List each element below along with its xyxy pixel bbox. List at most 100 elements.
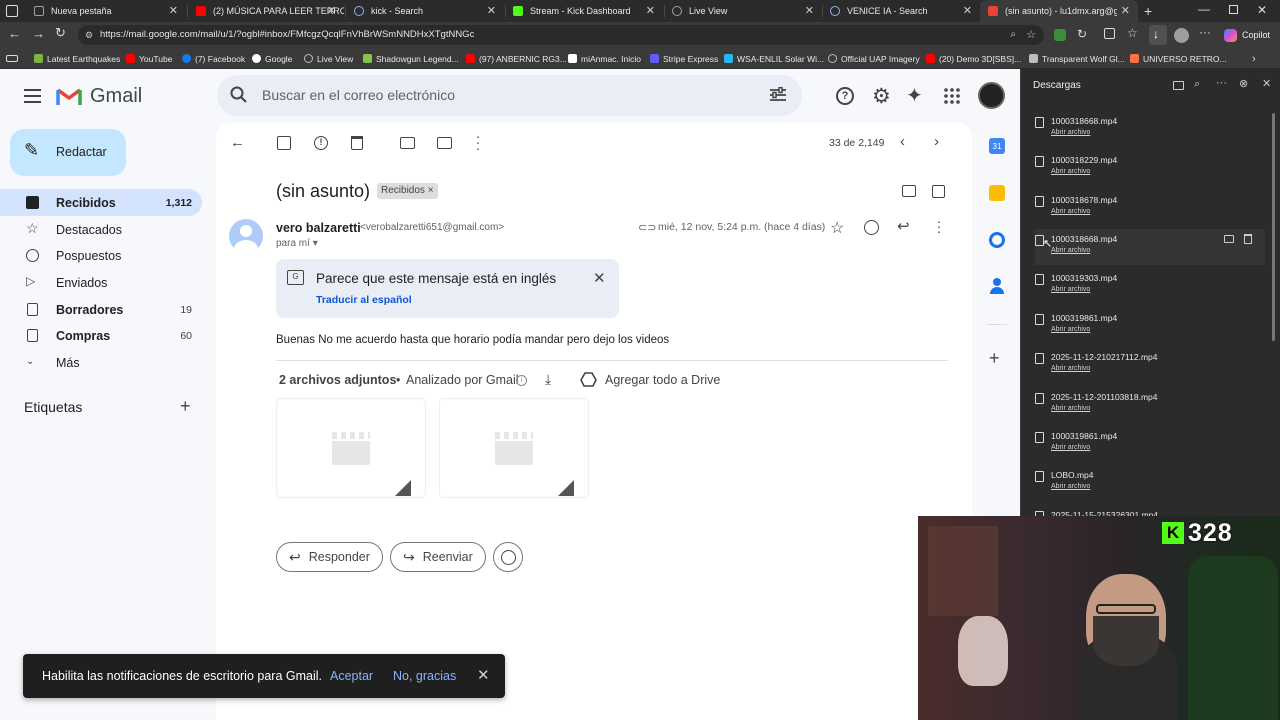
move-to-icon[interactable] bbox=[437, 137, 452, 149]
tab-5[interactable]: VENICE IA - Search ✕ bbox=[822, 0, 980, 22]
bookmark-11[interactable]: (20) Demo 3D[SBS]... bbox=[926, 48, 1021, 69]
remove-label-icon[interactable]: × bbox=[428, 185, 434, 196]
nav-drafts[interactable]: Borradores 19 bbox=[0, 296, 202, 323]
open-file-link[interactable]: Abrir archivo bbox=[1051, 129, 1090, 136]
close-tab-icon[interactable]: ✕ bbox=[805, 4, 814, 17]
bookmark-3[interactable]: Google bbox=[252, 48, 292, 69]
emoji-reaction-icon[interactable] bbox=[864, 220, 879, 235]
close-tab-icon[interactable]: ✕ bbox=[487, 4, 496, 17]
scrollbar-thumb[interactable] bbox=[1272, 113, 1275, 341]
account-avatar[interactable] bbox=[978, 82, 1005, 109]
reload-icon[interactable]: ↻ bbox=[55, 25, 66, 41]
decline-button[interactable]: No, gracias bbox=[393, 669, 456, 683]
bookmark-12[interactable]: Transparent Wolf Gl... bbox=[1029, 48, 1125, 69]
extension-icon[interactable] bbox=[1054, 29, 1066, 41]
main-menu-icon[interactable] bbox=[24, 89, 41, 103]
bookmark-8[interactable]: Stripe Express bbox=[650, 48, 718, 69]
bookmark-1[interactable]: YouTube bbox=[126, 48, 172, 69]
tasks-icon[interactable] bbox=[989, 232, 1005, 248]
delete-icon[interactable] bbox=[1244, 234, 1252, 244]
download-item[interactable]: 1000319861.mp4 Abrir archivo bbox=[1035, 426, 1265, 462]
close-tab-icon[interactable]: ✕ bbox=[963, 4, 972, 17]
favorites-icon[interactable]: ☆ bbox=[1127, 26, 1138, 40]
back-icon[interactable]: ← bbox=[8, 26, 21, 41]
info-icon[interactable]: i bbox=[516, 375, 527, 386]
back-to-inbox-icon[interactable]: ← bbox=[230, 134, 245, 151]
close-tab-icon[interactable]: ✕ bbox=[646, 4, 655, 17]
bookmark-9[interactable]: WSA-ENLIL Solar Wi... bbox=[724, 48, 824, 69]
restore-icon[interactable] bbox=[1229, 5, 1238, 14]
open-file-link[interactable]: Abrir archivo bbox=[1051, 286, 1090, 293]
attachment-video-2[interactable] bbox=[439, 398, 589, 498]
search-bar[interactable]: Buscar en el correo electrónico bbox=[217, 75, 802, 116]
open-file-link[interactable]: Abrir archivo bbox=[1051, 326, 1090, 333]
bookmark-6[interactable]: (97) ANBERNIC RG3... bbox=[466, 48, 567, 69]
translate-link[interactable]: Traducir al español bbox=[316, 294, 412, 306]
nav-snoozed[interactable]: Pospuestos bbox=[0, 242, 202, 269]
print-icon[interactable] bbox=[902, 185, 916, 197]
tab-actions-icon[interactable] bbox=[6, 5, 18, 17]
search-icon[interactable]: ⌕ bbox=[1194, 78, 1200, 91]
split-screen-icon[interactable] bbox=[1104, 28, 1115, 39]
bookmark-2[interactable]: (7) Facebook bbox=[182, 48, 245, 69]
minimize-icon[interactable]: — bbox=[1198, 2, 1210, 16]
site-info-icon[interactable]: ⚙ bbox=[85, 25, 93, 45]
archive-icon[interactable] bbox=[277, 136, 291, 150]
delete-icon[interactable] bbox=[351, 136, 363, 150]
more-options-icon[interactable]: ··· bbox=[475, 129, 481, 155]
bookmark-10[interactable]: Official UAP Imagery bbox=[828, 48, 920, 69]
close-icon[interactable]: ✕ bbox=[593, 269, 606, 287]
close-window-icon[interactable]: ✕ bbox=[1257, 3, 1267, 17]
download-item[interactable]: 2025-11-12-210217112.mp4 Abrir archivo bbox=[1035, 347, 1265, 383]
message-more-icon[interactable]: · · · bbox=[936, 214, 942, 238]
older-chevron-icon[interactable]: › bbox=[934, 133, 939, 150]
open-file-link[interactable]: Abrir archivo bbox=[1051, 247, 1090, 254]
nav-starred[interactable]: ☆ Destacados bbox=[0, 216, 202, 243]
download-item[interactable]: 1000319303.mp4 Abrir archivo bbox=[1035, 268, 1265, 304]
compose-button[interactable]: ✎ Redactar bbox=[10, 129, 126, 176]
search-icon[interactable] bbox=[230, 86, 248, 104]
search-input[interactable]: Buscar en el correo electrónico bbox=[262, 87, 455, 103]
tab-2[interactable]: kick - Search ✕ bbox=[346, 0, 504, 22]
mark-unread-icon[interactable] bbox=[400, 137, 415, 149]
forward-icon[interactable]: → bbox=[32, 26, 45, 41]
download-item-hovered[interactable]: 1000318668.mp4 Abrir archivo ↖ bbox=[1035, 229, 1265, 265]
download-item[interactable]: 1000319861.mp4 Abrir archivo bbox=[1035, 308, 1265, 344]
more-menu-icon[interactable]: ··· bbox=[1199, 25, 1211, 39]
attachment-video-1[interactable] bbox=[276, 398, 426, 498]
report-spam-icon[interactable]: ! bbox=[314, 136, 328, 150]
bookmark-4[interactable]: Live View bbox=[304, 48, 353, 69]
forward-button[interactable]: ↪ Reenviar bbox=[390, 542, 486, 572]
close-tab-icon[interactable]: ✕ bbox=[327, 4, 336, 17]
reply-icon[interactable]: ↩ bbox=[897, 217, 910, 235]
tab-6-active[interactable]: (sin asunto) - lu1dmx.arg@gmail.c ✕ bbox=[980, 0, 1138, 22]
tab-4[interactable]: Live View ✕ bbox=[664, 0, 822, 22]
tab-1[interactable]: (2) MÚSICA PARA LEER TERROR Y ✕ bbox=[188, 0, 344, 22]
favorite-star-icon[interactable]: ☆ bbox=[1026, 25, 1036, 45]
download-item[interactable]: 1000318678.mp4 Abrir archivo bbox=[1035, 190, 1265, 226]
extension-refresh-icon[interactable]: ↻ bbox=[1077, 27, 1087, 41]
star-icon[interactable]: ☆ bbox=[830, 218, 844, 238]
close-tab-icon[interactable]: ✕ bbox=[1121, 4, 1130, 17]
contacts-icon[interactable] bbox=[990, 278, 1004, 294]
help-icon[interactable]: ? bbox=[836, 87, 854, 105]
close-tab-icon[interactable]: ✕ bbox=[169, 4, 178, 17]
new-tab-plus-icon[interactable]: + bbox=[1144, 3, 1152, 19]
drive-add-icon[interactable] bbox=[580, 372, 597, 387]
bookmark-13[interactable]: UNIVERSO RETRO... bbox=[1130, 48, 1227, 69]
accept-button[interactable]: Aceptar bbox=[330, 669, 373, 683]
reply-button[interactable]: ↩ Responder bbox=[276, 542, 383, 572]
downloads-button[interactable]: ↓ bbox=[1149, 25, 1167, 45]
open-file-link[interactable]: Abrir archivo bbox=[1051, 168, 1090, 175]
gemini-sparkle-icon[interactable]: ✦ bbox=[906, 83, 923, 108]
bookmark-5[interactable]: Shadowgun Legend... bbox=[363, 48, 459, 69]
bookmark-0[interactable]: Latest Earthquakes bbox=[34, 48, 120, 69]
open-file-link[interactable]: Abrir archivo bbox=[1051, 483, 1090, 490]
tab-3[interactable]: Stream - Kick Dashboard ✕ bbox=[505, 0, 663, 22]
open-file-link[interactable]: Abrir archivo bbox=[1051, 365, 1090, 372]
nav-inbox[interactable]: Recibidos 1,312 bbox=[0, 189, 202, 216]
open-file-link[interactable]: Abrir archivo bbox=[1051, 405, 1090, 412]
gmail-logo-icon[interactable] bbox=[56, 86, 82, 106]
more-options-icon[interactable]: ··· bbox=[1216, 77, 1227, 89]
pin-icon[interactable]: ⊗ bbox=[1239, 77, 1248, 90]
